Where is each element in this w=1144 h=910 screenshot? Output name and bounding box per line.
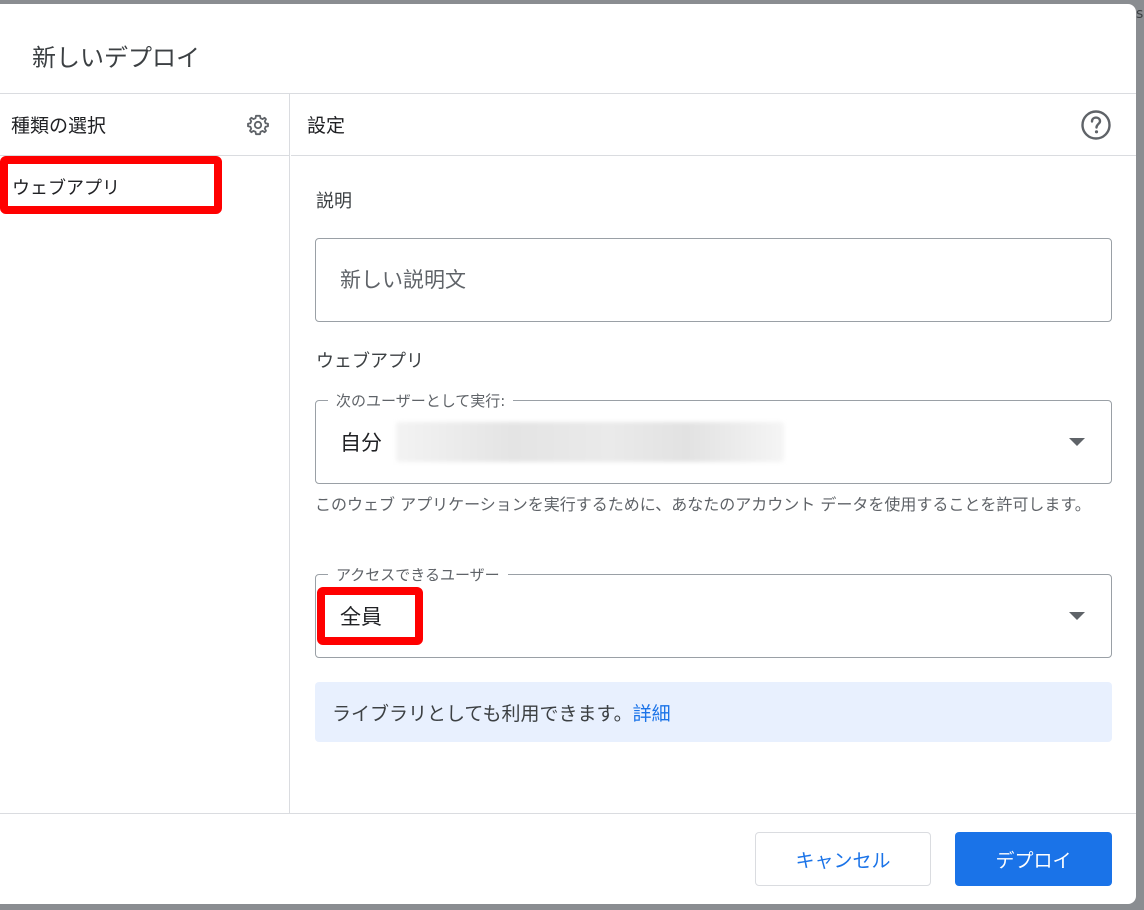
dropdown-arrow-icon [1069, 612, 1085, 620]
execute-as-helper-text: このウェブ アプリケーションを実行するために、あなたのアカウント データを使用す… [315, 495, 1091, 514]
description-input[interactable] [315, 238, 1112, 322]
learn-more-link[interactable]: 詳細 [633, 699, 671, 726]
cancel-button[interactable]: キャンセル [755, 832, 931, 886]
dialog-body: 種類の選択 ウェブアプリ 設定 説明 新しい説明文 ウェブアプリ 次のユーザーと… [0, 94, 1136, 813]
settings-pane: 設定 説明 ウェブアプリ 次のユーザーとして実行: 自分 このウェブ アプ [291, 94, 1136, 813]
redacted-email [396, 422, 784, 462]
type-selection-header: 種類の選択 [0, 94, 289, 156]
deploy-button[interactable]: デプロイ [955, 832, 1112, 886]
execute-as-label: 次のユーザーとして実行: [328, 390, 514, 411]
dialog-title: 新しいデプロイ [32, 44, 200, 72]
new-deployment-dialog: 新しいデプロイ 種類の選択 ウェブアプリ 設定 説明 新しい説明文 ウェブアプリ… [0, 4, 1136, 904]
library-info-banner: ライブラリとしても利用できます。 詳細 [315, 682, 1112, 742]
dialog-header: 新しいデプロイ [0, 4, 1136, 94]
access-select[interactable]: アクセスできるユーザー 全員 [315, 564, 1112, 658]
help-circle-icon[interactable] [1080, 109, 1112, 141]
description-label: 説明 [316, 191, 352, 212]
execute-as-value: 自分 [340, 431, 382, 455]
library-info-text: ライブラリとしても利用できます。 [332, 702, 633, 725]
web-app-section-label: ウェブアプリ [316, 351, 424, 372]
access-label: アクセスできるユーザー [328, 564, 508, 585]
gear-icon[interactable] [245, 112, 271, 138]
type-item-web-app[interactable]: ウェブアプリ [0, 156, 222, 214]
type-selection-pane: 種類の選択 ウェブアプリ [0, 94, 290, 813]
type-item-label: ウェブアプリ [12, 178, 120, 199]
type-selection-title: 種類の選択 [11, 115, 107, 137]
access-value-highlight: 全員 [317, 587, 423, 645]
settings-title: 設定 [307, 115, 346, 137]
dialog-footer: キャンセル デプロイ [0, 813, 1136, 904]
background-edge-text: s [1136, 6, 1144, 22]
settings-header: 設定 [291, 94, 1136, 156]
access-value: 全員 [340, 605, 382, 629]
execute-as-select[interactable]: 次のユーザーとして実行: 自分 [315, 390, 1112, 484]
dropdown-arrow-icon [1069, 438, 1085, 446]
